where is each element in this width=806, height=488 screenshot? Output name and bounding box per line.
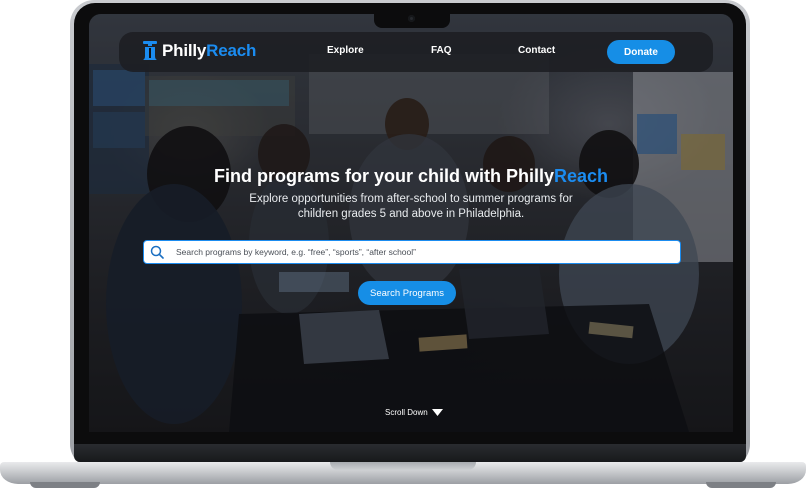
hero-overlay <box>89 14 733 432</box>
camera-notch <box>374 10 450 28</box>
search-programs-button[interactable]: Search Programs <box>358 281 456 305</box>
website-viewport: PhillyReach Explore FAQ Contact Donate F… <box>89 14 733 432</box>
scroll-down-label: Scroll Down <box>385 408 428 417</box>
donate-button[interactable]: Donate <box>607 40 675 64</box>
search-icon <box>150 245 164 259</box>
search-input[interactable] <box>174 246 658 258</box>
caret-down-icon <box>431 409 443 416</box>
scroll-down-link[interactable]: Scroll Down <box>385 408 443 417</box>
logo-text-main: Philly <box>162 41 207 60</box>
nav-link-contact[interactable]: Contact <box>518 45 555 56</box>
hero-title-main: Find programs for your child with Philly <box>213 166 554 186</box>
hero-title: Find programs for your child with Philly… <box>89 166 733 187</box>
laptop-foot-right <box>706 482 776 488</box>
top-navbar: PhillyReach Explore FAQ Contact Donate <box>119 32 713 72</box>
laptop-opening-notch <box>330 462 476 470</box>
nav-link-explore[interactable]: Explore <box>327 45 364 56</box>
logo-text-accent: Reach <box>206 41 257 60</box>
laptop-frame: PhillyReach Explore FAQ Contact Donate F… <box>0 0 806 488</box>
hero-subtitle: Explore opportunities from after-school … <box>249 193 573 220</box>
hero-title-accent: Reach <box>554 166 609 186</box>
brand-logo[interactable]: PhillyReach <box>141 40 256 62</box>
search-bar[interactable] <box>143 240 681 264</box>
liberty-bell-icon <box>143 41 157 60</box>
laptop-foot-left <box>30 482 100 488</box>
nav-link-faq[interactable]: FAQ <box>431 45 452 56</box>
logo-wordmark: PhillyReach <box>162 41 256 61</box>
camera-icon <box>408 15 415 22</box>
screen-bottom-bezel <box>74 444 746 462</box>
